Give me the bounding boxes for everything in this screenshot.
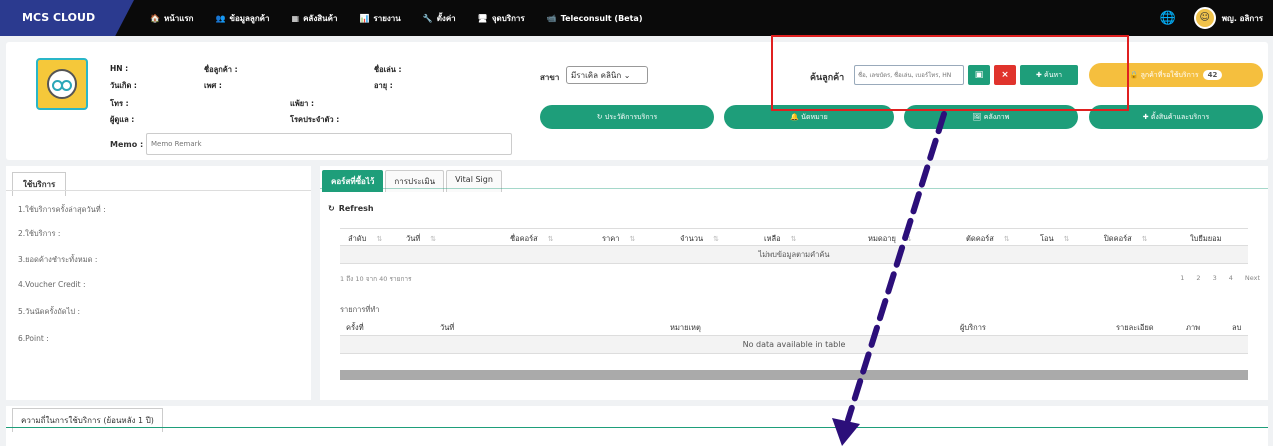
column-header[interactable]: ชื่อคอร์ส ⇅ <box>510 233 554 245</box>
refresh-icon: ↻ <box>328 204 335 213</box>
course-panel: คอร์สที่ซื้อไว้ การประเมิน Vital Sign ↻ … <box>320 166 1268 400</box>
wrench-icon: 🔧 <box>422 13 433 23</box>
nav-customers[interactable]: 👥 ข้อมูลลูกค้า <box>216 12 270 25</box>
nav-home[interactable]: 🏠 หน้าแรก <box>150 12 194 25</box>
treatment-list-title: รายการที่ทำ <box>340 305 380 314</box>
user-avatar: ☺ <box>1193 7 1216 29</box>
sort-icon: ⇅ <box>430 235 437 243</box>
page-next[interactable]: Next <box>1245 274 1260 282</box>
column-header[interactable]: หมดอายุ ⇅ <box>868 233 912 245</box>
sort-icon: ⇅ <box>1141 235 1148 243</box>
bear-face-icon <box>47 69 77 99</box>
column-header[interactable]: จำนวน ⇅ <box>680 233 719 245</box>
sort-icon: ⇅ <box>1003 235 1010 243</box>
customer-name-label: ชื่อลูกค้า : <box>204 65 238 74</box>
page-2[interactable]: 2 <box>1196 274 1200 282</box>
globe-icon[interactable]: 🌐 <box>1160 11 1176 26</box>
summary-services: 2.ใช้บริการ : <box>18 229 61 238</box>
column-header[interactable]: วันที่ ⇅ <box>406 233 436 245</box>
main-nav: 🏠 หน้าแรก 👥 ข้อมูลลูกค้า ▦ คลังสินค้า 📊 รายง… <box>150 0 642 36</box>
nav-settings[interactable]: 🔧 ตั้งค่า <box>423 12 456 25</box>
patient-avatar <box>36 58 88 110</box>
nav-service-point[interactable]: 🖥 จุดบริการ <box>478 12 525 25</box>
frequency-panel: ความถี่ในการใช้บริการ (ย้อนหลัง 1 ปี) <box>6 406 1268 446</box>
column-header[interactable]: ปิดคอร์ส ⇅ <box>1104 233 1148 245</box>
memo-label: Memo : <box>110 140 144 149</box>
users-icon: 👥 <box>215 13 226 23</box>
treatment-table-empty: No data available in table <box>340 336 1248 354</box>
summary-voucher: 4.Voucher Credit : <box>18 280 86 289</box>
tab-usage-frequency[interactable]: ความถี่ในการใช้บริการ (ย้อนหลัง 1 ปี) <box>12 408 163 432</box>
column-header[interactable]: ตัดคอร์ส ⇅ <box>966 233 1010 245</box>
sort-icon: ⇅ <box>547 235 554 243</box>
column-header: ลบ <box>1232 323 1242 332</box>
column-header[interactable]: เหลือ ⇅ <box>764 233 796 245</box>
horizontal-scrollbar[interactable] <box>340 370 1248 380</box>
nickname-label: ชื่อเล่น : <box>374 65 402 74</box>
course-table-empty: ไม่พบข้อมูลตามคำค้น <box>340 246 1248 264</box>
sort-icon: ⇅ <box>790 235 797 243</box>
phone-label: โทร : <box>110 99 129 108</box>
treatment-table-header: ครั้งที่ วันที่ หมายเหตุ ผู้บริการ รายละ… <box>340 318 1248 336</box>
pagination: 1 2 3 4 Next <box>1180 274 1260 282</box>
video-icon: 📹 <box>546 13 557 23</box>
referrer-label: ผู้ดูแล : <box>110 115 135 124</box>
tab-service[interactable]: ใช้บริการ <box>12 172 67 196</box>
summary-point: 6.Point : <box>18 334 49 343</box>
annotation-highlight-box <box>771 35 1129 111</box>
refresh-button[interactable]: ↻ Refresh <box>328 204 374 213</box>
hn-label: HN : <box>110 64 129 73</box>
column-header: วันที่ <box>440 323 455 332</box>
disease-label: โรคประจำตัว : <box>290 115 340 124</box>
service-summary-panel: ใช้บริการ 1.ใช้บริการครั้งล่าสุดวันที่ :… <box>6 166 311 400</box>
branch-label: สาขา <box>540 73 560 82</box>
sort-icon: ⇅ <box>713 235 719 243</box>
service-history-button[interactable]: ↻ ประวัติการบริการ <box>540 105 714 129</box>
gender-label: เพศ : <box>204 81 222 90</box>
grid-icon: ▦ <box>291 13 300 23</box>
nav-reports[interactable]: 📊 รายงาน <box>359 12 400 25</box>
sort-icon: ⇅ <box>905 235 912 243</box>
top-right: 🌐 ☺ พญ. อลิการ <box>1160 0 1263 36</box>
column-header: ผู้บริการ <box>960 323 986 332</box>
tab-underline <box>320 188 1268 189</box>
age-label: อายุ : <box>374 81 393 90</box>
column-header[interactable]: ใบยืมยอม <box>1190 233 1222 245</box>
page-4[interactable]: 4 <box>1229 274 1233 282</box>
column-header[interactable]: ราคา ⇅ <box>602 233 635 245</box>
allergy-label: แพ้ยา : <box>290 99 314 108</box>
nav-teleconsult[interactable]: 📹 Teleconsult (Beta) <box>547 14 643 23</box>
summary-outstanding: 3.ยอดค้างชำระทั้งหมด : <box>18 255 98 264</box>
column-header: ภาพ <box>1186 323 1201 332</box>
course-table-header: ลำดับ ⇅ วันที่ ⇅ ชื่อคอร์ส ⇅ ราคา ⇅ จำนวน ⇅ เ… <box>340 228 1248 246</box>
table-info: 1 ถึง 10 จาก 40 รายการ <box>340 275 412 283</box>
top-navbar: MCS CLOUD 🏠 หน้าแรก 👥 ข้อมูลลูกค้า ▦ คลังสิ… <box>0 0 1273 36</box>
brand-logo[interactable]: MCS CLOUD <box>0 0 134 36</box>
column-header[interactable]: ลำดับ ⇅ <box>348 233 382 245</box>
divider <box>6 190 311 191</box>
column-header: รายละเอียด <box>1116 323 1154 332</box>
nav-inventory[interactable]: ▦ คลังสินค้า <box>292 12 338 25</box>
column-header: ครั้งที่ <box>346 323 364 332</box>
summary-next-appointment: 5.วันนัดครั้งถัดไป : <box>18 307 81 316</box>
user-menu[interactable]: ☺ พญ. อลิการ <box>1193 7 1263 29</box>
page-1[interactable]: 1 <box>1180 274 1184 282</box>
monitor-icon: 🖥 <box>477 13 488 23</box>
branch-select[interactable]: มีราเคิล คลินิก ⌄ <box>566 66 648 84</box>
home-icon: 🏠 <box>150 13 160 23</box>
divider <box>6 427 1268 428</box>
queue-count-badge: 42 <box>1202 70 1223 80</box>
column-header: หมายเหตุ <box>670 323 701 332</box>
column-header[interactable]: โอน ⇅ <box>1040 233 1070 245</box>
birthdate-label: วันเกิด : <box>110 81 137 90</box>
sort-icon: ⇅ <box>1063 235 1070 243</box>
sort-icon: ⇅ <box>376 235 383 243</box>
memo-input[interactable] <box>146 133 512 155</box>
summary-last-visit: 1.ใช้บริการครั้งล่าสุดวันที่ : <box>18 205 106 214</box>
page-3[interactable]: 3 <box>1213 274 1217 282</box>
sort-icon: ⇅ <box>629 235 636 243</box>
chart-icon: 📊 <box>359 13 370 23</box>
chevron-down-icon: ⌄ <box>623 71 631 80</box>
user-name: พญ. อลิการ <box>1221 13 1263 23</box>
